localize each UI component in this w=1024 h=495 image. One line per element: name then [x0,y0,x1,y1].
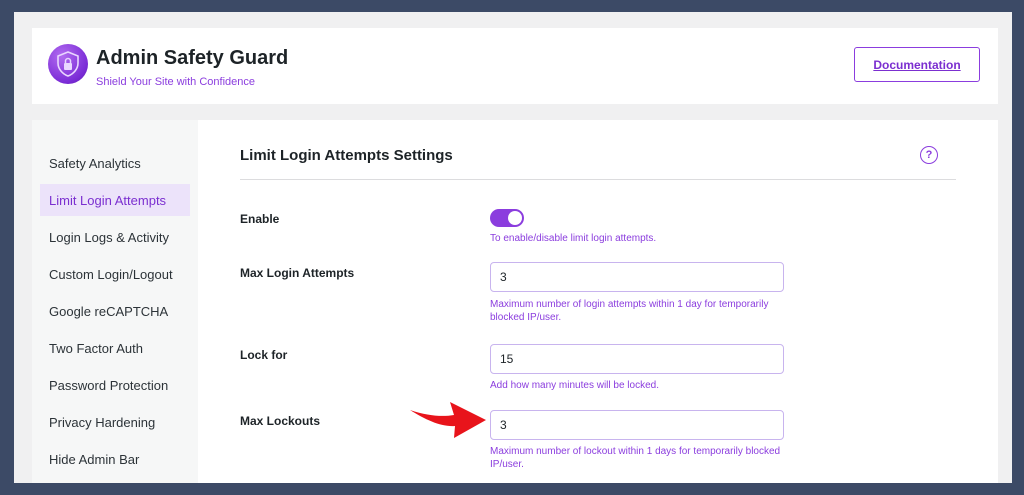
max-lockouts-input[interactable] [490,410,784,440]
red-arrow-annotation [410,402,486,438]
sidebar-item-hide-admin-bar[interactable]: Hide Admin Bar [40,443,190,475]
documentation-button[interactable]: Documentation [854,47,980,82]
lock-for-hint: Add how many minutes will be locked. [490,380,659,391]
enable-toggle[interactable] [490,209,524,227]
sidebar-nav: Safety Analytics Limit Login Attempts Lo… [32,120,198,483]
header-bar: Admin Safety Guard Shield Your Site with… [32,28,998,104]
help-icon[interactable]: ? [920,146,938,164]
max-login-attempts-hint: Maximum number of login attempts within … [490,299,769,323]
sidebar-item-password-protection[interactable]: Password Protection [40,369,190,401]
lock-for-input[interactable] [490,344,784,374]
sidebar-item-google-recaptcha[interactable]: Google reCAPTCHA [40,295,190,327]
title-divider [240,179,956,180]
max-lockouts-label: Max Lockouts [240,414,321,428]
sidebar-item-custom-login-logout[interactable]: Custom Login/Logout [40,258,190,290]
sidebar-item-safety-analytics[interactable]: Safety Analytics [40,147,190,179]
max-login-attempts-input[interactable] [490,262,784,292]
enable-label: Enable [240,212,280,226]
sidebar-item-privacy-hardening[interactable]: Privacy Hardening [40,406,190,438]
max-login-attempts-label: Max Login Attempts [240,266,355,280]
app-frame: Admin Safety Guard Shield Your Site with… [14,12,1012,483]
app-tagline: Shield Your Site with Confidence [96,76,255,88]
sidebar-item-login-logs[interactable]: Login Logs & Activity [40,221,190,253]
app-title: Admin Safety Guard [96,47,289,69]
page-title: Limit Login Attempts Settings [240,147,453,164]
lock-for-label: Lock for [240,348,288,362]
settings-panel: Limit Login Attempts Settings ? Enable T… [198,120,998,483]
toggle-knob [508,211,522,225]
max-lockouts-hint: Maximum number of lockout within 1 days … [490,446,781,470]
shield-lock-icon [48,44,88,84]
sidebar-item-limit-login-attempts[interactable]: Limit Login Attempts [40,184,190,216]
sidebar-item-two-factor-auth[interactable]: Two Factor Auth [40,332,190,364]
enable-hint: To enable/disable limit login attempts. [490,233,657,244]
